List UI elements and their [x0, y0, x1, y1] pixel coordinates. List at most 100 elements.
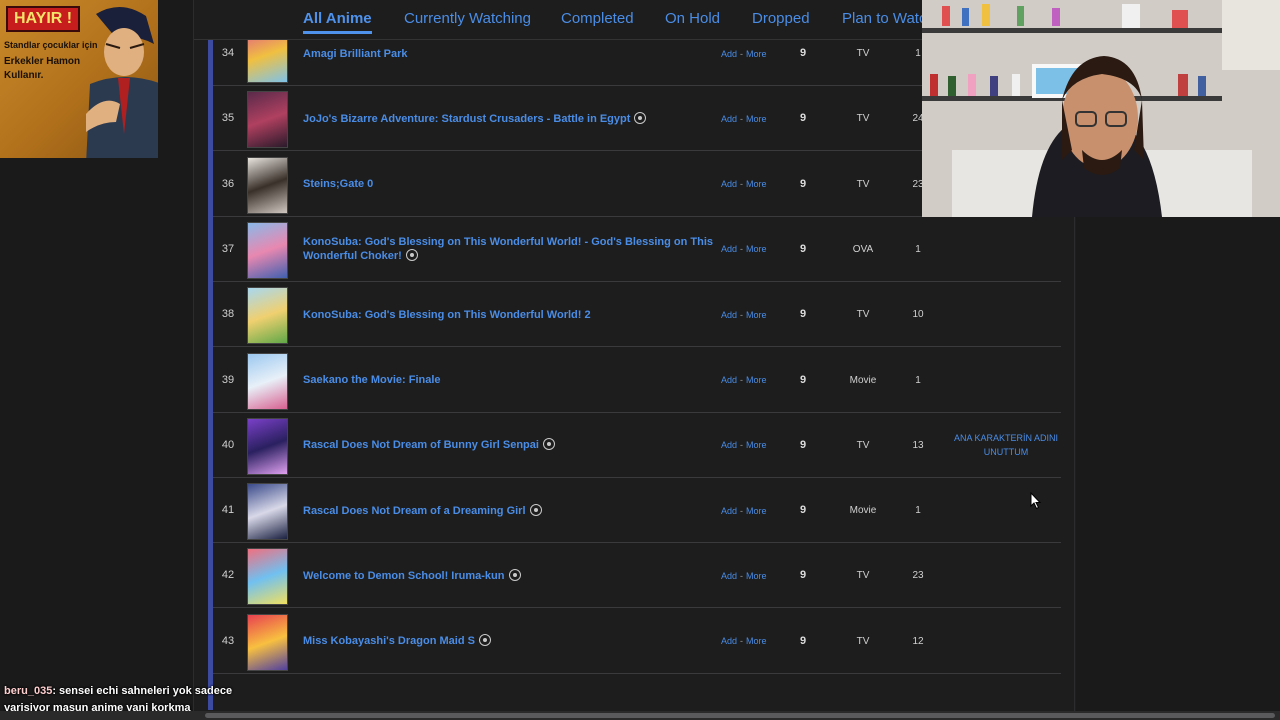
broadcast-icon: [508, 568, 521, 581]
anime-cover-thumbnail[interactable]: [247, 287, 288, 345]
anime-title-text[interactable]: KonoSuba: God's Blessing on This Wonderf…: [303, 236, 713, 262]
row-number: 40: [221, 438, 235, 451]
more-link[interactable]: More: [746, 244, 767, 254]
broadcast-icon: [634, 111, 647, 124]
more-link[interactable]: More: [746, 310, 767, 320]
anime-title-link[interactable]: Steins;Gate 0: [303, 152, 743, 217]
horizontal-scrollbar[interactable]: [0, 711, 1280, 720]
broadcast-icon: [542, 438, 555, 451]
anime-title-text[interactable]: Welcome to Demon School! Iruma-kun: [303, 570, 505, 582]
row-type: OVA: [852, 243, 874, 255]
add-link[interactable]: Add: [721, 114, 737, 124]
row-number: 41: [221, 504, 235, 517]
more-link[interactable]: More: [746, 114, 767, 124]
webcam-overlay: [922, 0, 1280, 217]
anime-title-text[interactable]: Amagi Brilliant Park: [303, 48, 408, 60]
action-separator: -: [740, 440, 744, 451]
anime-title-link[interactable]: Miss Kobayashi's Dragon Maid S: [303, 609, 743, 674]
row-score: 9: [799, 112, 807, 125]
mouse-cursor-icon: [1030, 492, 1042, 510]
broadcast-icon: [405, 249, 418, 262]
add-link[interactable]: Add: [721, 244, 737, 254]
add-link[interactable]: Add: [721, 571, 737, 581]
more-link[interactable]: More: [746, 179, 767, 189]
row-score: 9: [799, 308, 807, 321]
more-link[interactable]: More: [746, 571, 767, 581]
row-type: Movie: [849, 505, 877, 517]
row-number: 36: [221, 177, 235, 190]
row-episodes: 1: [915, 243, 921, 255]
tab-plan-to-watch[interactable]: Plan to Watch: [842, 10, 935, 27]
action-separator: -: [740, 570, 744, 581]
tab-completed[interactable]: Completed: [561, 10, 634, 27]
anime-title-text[interactable]: JoJo's Bizarre Adventure: Stardust Crusa…: [303, 113, 630, 125]
row-actions: Add - More: [721, 478, 781, 543]
add-link[interactable]: Add: [721, 310, 737, 320]
anime-cover-thumbnail[interactable]: [247, 548, 288, 606]
anime-title-text[interactable]: Rascal Does Not Dream of a Dreaming Girl: [303, 505, 526, 517]
more-link[interactable]: More: [746, 440, 767, 450]
row-number: 42: [221, 569, 235, 582]
action-separator: -: [740, 113, 744, 124]
row-note: ANA KARAKTERİN ADINI UNUTTUM: [953, 433, 1059, 458]
more-link[interactable]: More: [746, 506, 767, 516]
row-episodes: 1: [915, 505, 921, 517]
row-actions: Add - More: [721, 217, 781, 282]
action-separator: -: [740, 505, 744, 516]
add-link[interactable]: Add: [721, 179, 737, 189]
row-episodes: 13: [912, 439, 924, 451]
add-link[interactable]: Add: [721, 49, 737, 59]
row-score: 9: [799, 569, 807, 582]
anime-list-row: 37 KonoSuba: God's Blessing on This Wonde…: [213, 217, 1061, 282]
row-type: TV: [856, 439, 870, 451]
anime-cover-thumbnail[interactable]: [247, 91, 288, 149]
anime-cover-thumbnail[interactable]: [247, 156, 288, 214]
anime-title-link[interactable]: JoJo's Bizarre Adventure: Stardust Crusa…: [303, 86, 743, 151]
row-score: 9: [799, 504, 807, 517]
add-link[interactable]: Add: [721, 636, 737, 646]
anime-title-link[interactable]: Saekano the Movie: Finale: [303, 348, 743, 413]
anime-title-text[interactable]: KonoSuba: God's Blessing on This Wonderf…: [303, 309, 591, 321]
row-actions: Add - More: [721, 348, 781, 413]
anime-cover-thumbnail[interactable]: [247, 613, 288, 671]
more-link[interactable]: More: [746, 636, 767, 646]
anime-list-row: 39 Saekano the Movie: Finale Add - More 9 Movi…: [213, 348, 1061, 413]
add-link[interactable]: Add: [721, 440, 737, 450]
more-link[interactable]: More: [746, 375, 767, 385]
add-link[interactable]: Add: [721, 375, 737, 385]
anime-cover-thumbnail[interactable]: [247, 417, 288, 475]
row-type: TV: [856, 635, 870, 647]
row-number: 39: [221, 373, 235, 386]
anime-title-text[interactable]: Saekano the Movie: Finale: [303, 374, 441, 386]
anime-title-text[interactable]: Miss Kobayashi's Dragon Maid S: [303, 635, 475, 647]
anime-title-link[interactable]: Rascal Does Not Dream of a Dreaming Girl: [303, 478, 743, 543]
anime-title-link[interactable]: Welcome to Demon School! Iruma-kun: [303, 543, 743, 608]
anime-title-text[interactable]: Rascal Does Not Dream of Bunny Girl Senp…: [303, 439, 539, 451]
row-episodes: 12: [912, 635, 924, 647]
row-type: TV: [856, 570, 870, 582]
scrollbar-thumb[interactable]: [205, 713, 1275, 718]
sticker-badge: HAYIR !: [6, 6, 81, 32]
row-score: 9: [799, 177, 807, 190]
anime-title-link[interactable]: KonoSuba: God's Blessing on This Wonderf…: [303, 217, 743, 282]
anime-title-link[interactable]: Rascal Does Not Dream of Bunny Girl Senp…: [303, 413, 743, 478]
tab-all-anime[interactable]: All Anime: [303, 10, 372, 34]
add-link[interactable]: Add: [721, 506, 737, 516]
tab-dropped[interactable]: Dropped: [752, 10, 810, 27]
anime-cover-thumbnail[interactable]: [247, 483, 288, 541]
left-overlay-area: HAYIR ! Standlar çocuklar için Erkekler …: [0, 0, 193, 720]
row-type: TV: [856, 113, 870, 125]
row-score: 9: [799, 373, 807, 386]
anime-cover-thumbnail[interactable]: [247, 221, 288, 279]
anime-cover-thumbnail[interactable]: [247, 352, 288, 410]
anime-title-text[interactable]: Steins;Gate 0: [303, 178, 373, 190]
anime-cover-thumbnail[interactable]: [247, 40, 288, 83]
tab-currently-watching[interactable]: Currently Watching: [404, 10, 531, 27]
row-actions: Add - More: [721, 543, 781, 608]
row-number: 34: [221, 47, 235, 59]
row-type: TV: [856, 48, 870, 59]
more-link[interactable]: More: [746, 49, 767, 59]
anime-title-link[interactable]: Amagi Brilliant Park: [303, 40, 743, 86]
tab-on-hold[interactable]: On Hold: [665, 10, 720, 27]
anime-title-link[interactable]: KonoSuba: God's Blessing on This Wonderf…: [303, 282, 743, 347]
